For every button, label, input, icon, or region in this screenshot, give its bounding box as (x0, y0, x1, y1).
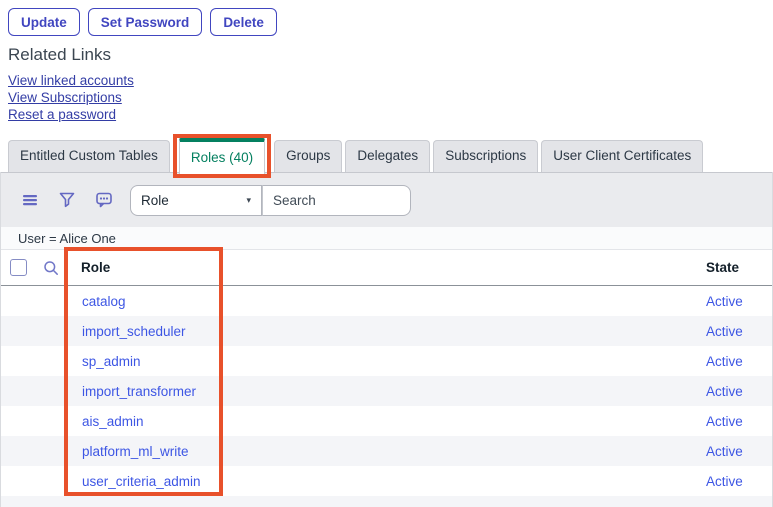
role-link[interactable]: import_scheduler (82, 324, 186, 339)
state-value[interactable]: Active (706, 384, 773, 399)
roles-list-body: catalog Active import_scheduler Active s… (0, 286, 773, 507)
tab-roles[interactable]: Roles (40) (179, 138, 265, 174)
role-link[interactable]: user_criteria_admin (82, 474, 201, 489)
list-search-group: Role ▾ (130, 185, 411, 216)
state-value[interactable]: Active (706, 294, 773, 309)
role-link[interactable]: import_transformer (82, 384, 196, 399)
reset-a-password-link[interactable]: Reset a password (8, 106, 134, 123)
select-all-checkbox[interactable] (10, 259, 27, 276)
form-action-bar: Update Set Password Delete (8, 8, 277, 36)
state-value[interactable]: Active (706, 474, 773, 489)
column-header-state[interactable]: State (706, 260, 773, 275)
table-row: user_criteria_admin Active (0, 466, 773, 496)
state-value[interactable]: Active (706, 444, 773, 459)
tab-entitled-custom-tables[interactable]: Entitled Custom Tables (8, 140, 170, 172)
state-value[interactable]: Active (706, 414, 773, 429)
table-row: ais_admin Active (0, 406, 773, 436)
related-list-tabbar: Entitled Custom Tables Roles (40) Groups… (0, 140, 773, 172)
search-input[interactable] (262, 185, 411, 216)
state-value[interactable]: Active (706, 324, 773, 339)
role-link[interactable]: platform_ml_write (82, 444, 189, 459)
table-row-partial (0, 496, 773, 507)
table-row: catalog Active (0, 286, 773, 316)
menu-icon[interactable] (22, 192, 38, 208)
table-row: sp_admin Active (0, 346, 773, 376)
chat-icon[interactable] (96, 192, 112, 208)
list-toolbar: Role ▾ (0, 172, 773, 227)
related-links-title: Related Links (8, 45, 134, 65)
search-field-selector-value: Role (141, 193, 169, 208)
list-header-row: Role State (0, 250, 773, 286)
search-icon[interactable] (43, 260, 59, 276)
view-subscriptions-link[interactable]: View Subscriptions (8, 89, 134, 106)
role-link[interactable]: sp_admin (82, 354, 141, 369)
delete-button[interactable]: Delete (210, 8, 277, 36)
set-password-button[interactable]: Set Password (88, 8, 203, 36)
tab-delegates[interactable]: Delegates (345, 140, 430, 172)
breadcrumb-filter-link[interactable]: User = Alice One (18, 231, 116, 246)
update-button[interactable]: Update (8, 8, 80, 36)
chevron-down-icon: ▾ (246, 196, 251, 205)
tab-user-client-certificates[interactable]: User Client Certificates (541, 140, 703, 172)
filter-icon[interactable] (59, 192, 75, 208)
column-header-role[interactable]: Role (81, 260, 706, 275)
state-value[interactable]: Active (706, 354, 773, 369)
table-row: import_scheduler Active (0, 316, 773, 346)
search-field-selector[interactable]: Role ▾ (130, 185, 262, 216)
table-row: platform_ml_write Active (0, 436, 773, 466)
table-row: import_transformer Active (0, 376, 773, 406)
highlight-box-roles-tab: Roles (40) (173, 134, 271, 178)
breadcrumb: User = Alice One (0, 227, 773, 250)
role-link[interactable]: catalog (82, 294, 126, 309)
related-links-section: Related Links View linked accounts View … (8, 45, 134, 123)
view-linked-accounts-link[interactable]: View linked accounts (8, 72, 134, 89)
role-link[interactable]: ais_admin (82, 414, 144, 429)
tab-subscriptions[interactable]: Subscriptions (433, 140, 538, 172)
tab-groups[interactable]: Groups (274, 140, 342, 172)
